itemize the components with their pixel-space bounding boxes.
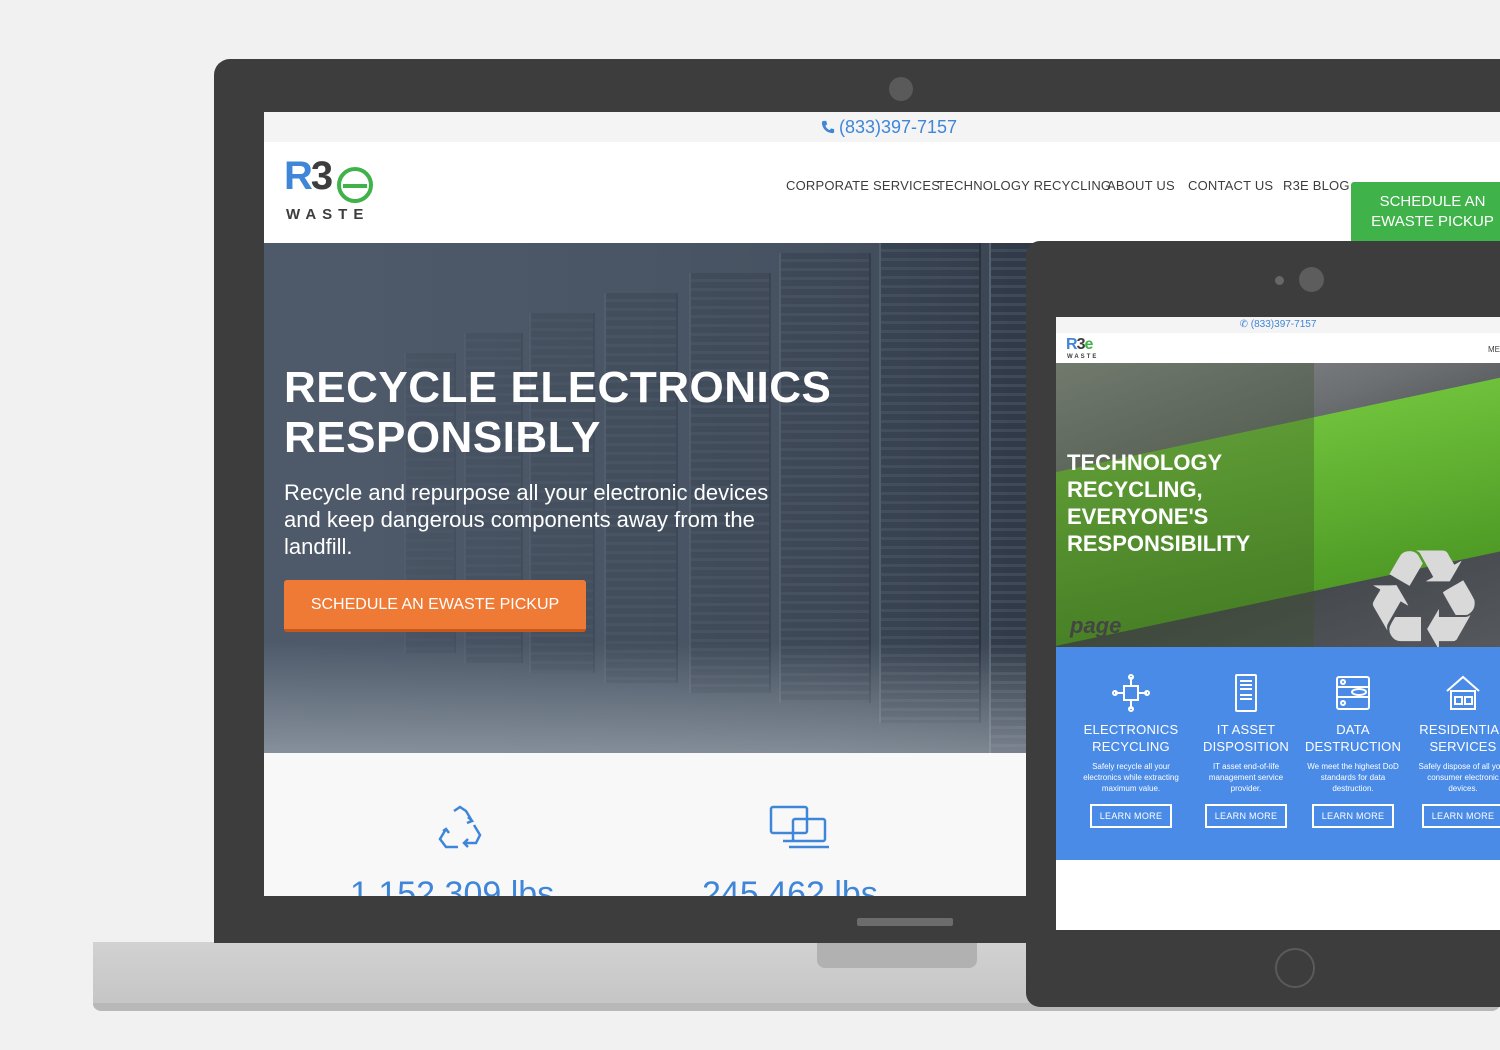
recycle-icon	[438, 805, 482, 849]
service-desc: We meet the highest DoD standards for da…	[1307, 762, 1399, 793]
service-card-electronics: ELECTRONICS RECYCLING Safely recycle all…	[1074, 647, 1188, 828]
learn-more-button[interactable]: LEARN MORE	[1311, 804, 1395, 828]
server-tower-icon	[1235, 674, 1257, 712]
site-header: R3 e WASTE CORPORATE SERVICES TECHNOLOGY…	[264, 142, 1500, 244]
cta-line-2: EWASTE PICKUP	[1371, 213, 1494, 230]
service-title: RESIDENTIAL SERVICES	[1419, 722, 1500, 754]
service-desc: Safely dispose of all your consumer elec…	[1418, 762, 1500, 793]
tablet-home-button[interactable]	[1275, 948, 1315, 988]
house-icon	[1446, 675, 1480, 710]
tablet-r3e-logo[interactable]: R3e	[1066, 336, 1093, 354]
recycle-icon: ♻	[1361, 522, 1487, 648]
tablet-phone-topbar: ✆ (833)397-7157	[1056, 317, 1500, 333]
nav-corporate-services[interactable]: CORPORATE SERVICES	[786, 178, 940, 193]
service-card-residential: RESIDENTIAL SERVICES Safely dispose of a…	[1406, 647, 1500, 828]
tablet-phone-icon: ✆	[1239, 319, 1248, 330]
tablet-site-header: R3e WASTE ME	[1056, 333, 1500, 363]
nav-about-us[interactable]: ABOUT US	[1107, 178, 1175, 193]
learn-more-button[interactable]: LEARN MORE	[1204, 804, 1288, 828]
hero-subtitle: Recycle and repurpose all your electroni…	[284, 480, 769, 559]
tablet-phone-link[interactable]: (833)397-7157	[1251, 319, 1317, 330]
schedule-pickup-header-button[interactable]: SCHEDULE AN EWASTE PICKUP	[1351, 182, 1500, 244]
laptop-speaker-grill	[857, 918, 953, 926]
logo-e: e	[355, 191, 356, 193]
learn-more-button[interactable]: LEARN MORE	[1089, 804, 1173, 828]
learn-more-button[interactable]: LEARN MORE	[1421, 804, 1500, 828]
tablet-hero-title: TECHNOLOGY RECYCLING, EVERYONE'S RESPONS…	[1067, 450, 1251, 556]
logo-3: 3	[310, 154, 333, 198]
services-section: ELECTRONICS RECYCLING Safely recycle all…	[1056, 647, 1500, 860]
service-title: DATA DESTRUCTION	[1304, 722, 1402, 754]
nav-technology-recycling[interactable]: TECHNOLOGY RECYCLING	[937, 178, 1111, 193]
service-desc: Safely recycle all your electronics whil…	[1083, 762, 1179, 793]
logo-r: R	[284, 154, 313, 198]
phone-icon	[821, 120, 835, 134]
service-title: IT ASSET DISPOSITION	[1203, 722, 1289, 754]
service-desc: IT asset end-of-life management service …	[1208, 762, 1284, 793]
page-key-label: page	[1070, 613, 1122, 638]
tablet-menu-button[interactable]: ME	[1488, 345, 1500, 354]
database-icon	[1336, 676, 1370, 710]
hero-title: RECYCLE ELECTRONICS RESPONSIBLY	[284, 363, 832, 462]
tablet-camera-icon	[1299, 267, 1324, 292]
tablet-screen: ✆ (833)397-7157 R3e WASTE ME page ♻ TECH…	[1056, 317, 1500, 930]
laptop-trackpad-notch	[817, 942, 977, 968]
service-title: ELECTRONICS RECYCLING	[1083, 722, 1179, 754]
tablet-hero-banner: page ♻ TECHNOLOGY RECYCLING, EVERYONE'S …	[1056, 363, 1500, 647]
service-card-data-destruction: DATA DESTRUCTION We meet the highest DoD…	[1296, 647, 1410, 828]
nav-contact-us[interactable]: CONTACT US	[1188, 178, 1273, 193]
laptop-camera-icon	[889, 77, 913, 101]
nav-r3e-blog[interactable]: R3E BLOG	[1283, 178, 1350, 193]
stat-devices-lbs: 245,462 lbs	[702, 875, 878, 896]
stat-recycled-lbs: 1,152,309 lbs	[350, 875, 555, 896]
phone-topbar: (833)397-7157	[264, 112, 1500, 142]
phone-number-link[interactable]: (833)397-7157	[839, 117, 957, 137]
service-card-it-asset: IT ASSET DISPOSITION IT asset end-of-lif…	[1189, 647, 1303, 828]
computer-devices-icon	[769, 805, 829, 849]
circuit-chip-icon	[1112, 674, 1150, 712]
logo-wordmark: WASTE	[286, 206, 370, 223]
tablet-logo-wordmark: WASTE	[1067, 354, 1099, 360]
logo-e-leaf-icon: e	[337, 167, 373, 203]
r3e-waste-logo[interactable]: R3 e WASTE	[284, 154, 384, 223]
cta-line-1: SCHEDULE AN	[1379, 193, 1486, 210]
tablet-sensor-icon	[1275, 276, 1284, 285]
schedule-pickup-hero-button[interactable]: SCHEDULE AN EWASTE PICKUP	[284, 580, 586, 632]
